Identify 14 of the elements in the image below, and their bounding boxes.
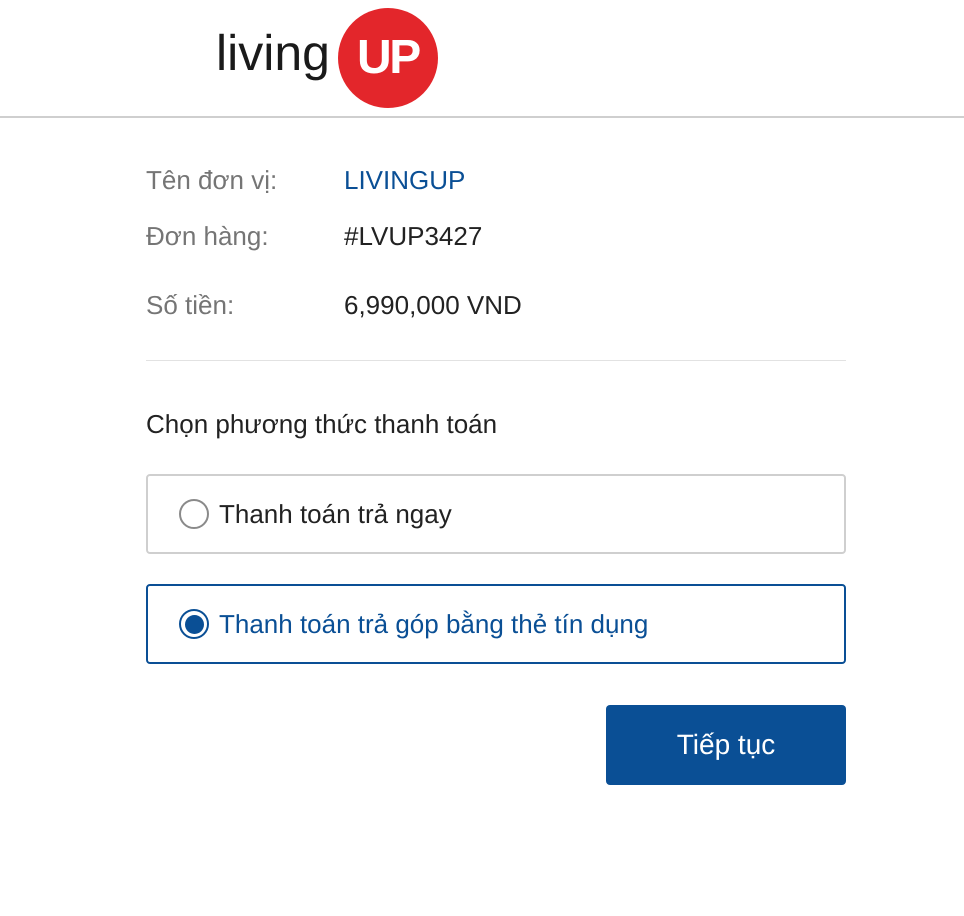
detail-value[interactable]: LIVINGUP (344, 160, 466, 200)
section-heading: Chọn phương thức thanh toán (146, 408, 498, 441)
payment-option[interactable]: Thanh toán trả góp bằng thẻ tín dụng (146, 584, 846, 664)
payment-option[interactable]: Thanh toán trả ngay (146, 474, 846, 554)
detail-label: Tên đơn vị: (146, 164, 278, 196)
continue-button[interactable]: Tiếp tục (606, 705, 846, 785)
logo-text: living (216, 28, 330, 83)
detail-value: 6,990,000 VND (344, 288, 522, 322)
detail-label: Số tiền: (146, 288, 236, 322)
logo-badge: UP (338, 8, 438, 108)
detail-label: Đơn hàng: (146, 220, 270, 252)
radio-button[interactable] (179, 499, 209, 529)
radio-button[interactable] (179, 609, 209, 639)
detail-value: #LVUP3427 (344, 220, 482, 252)
